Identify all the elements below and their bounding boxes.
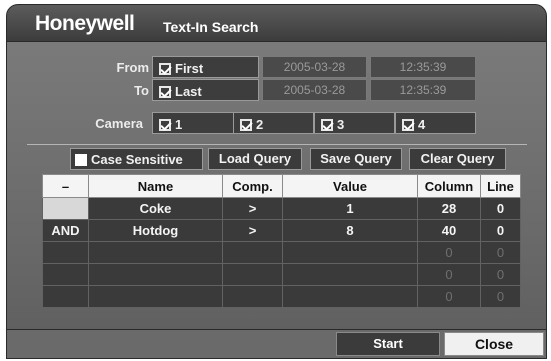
grid-header-value: Value <box>282 174 418 198</box>
cell-op[interactable] <box>42 285 89 308</box>
camera-3-checkbox[interactable]: 3 <box>314 112 395 134</box>
brand-logo: Honeywell <box>35 12 135 35</box>
query-grid: – Name Comp. Value Column Line Coke > 1 … <box>42 174 521 308</box>
checkbox-checked-icon <box>240 118 252 131</box>
cell-comp[interactable] <box>222 263 283 286</box>
cell-line[interactable]: 0 <box>480 241 521 264</box>
cell-line[interactable]: 0 <box>480 263 521 286</box>
cell-name[interactable] <box>88 285 223 308</box>
from-time-field[interactable]: 12:35:39 <box>370 56 476 78</box>
separator <box>27 144 527 145</box>
load-query-button[interactable]: Load Query <box>208 148 302 170</box>
cell-value[interactable] <box>282 285 418 308</box>
checkbox-checked-icon <box>321 118 333 131</box>
cell-comp[interactable] <box>222 241 283 264</box>
camera-label: Camera <box>95 116 143 131</box>
title-bar: Honeywell Text-In Search <box>6 4 547 42</box>
grid-header-comp: Comp. <box>222 174 283 198</box>
save-query-button[interactable]: Save Query <box>310 148 402 170</box>
camera-2-label: 2 <box>256 117 264 133</box>
camera-2-checkbox[interactable]: 2 <box>233 112 314 134</box>
case-sensitive-checkbox[interactable]: Case Sensitive <box>70 148 203 170</box>
start-button[interactable]: Start <box>336 332 440 356</box>
grid-header-name: Name <box>88 174 223 198</box>
first-label: First <box>175 61 204 77</box>
cell-op[interactable] <box>42 263 89 286</box>
camera-4-label: 4 <box>418 117 426 133</box>
table-row[interactable]: 0 0 <box>42 241 521 264</box>
camera-3-label: 3 <box>337 117 345 133</box>
grid-header-op: – <box>42 174 89 198</box>
cell-op[interactable] <box>42 241 89 264</box>
checkbox-unchecked-icon <box>75 153 87 166</box>
cell-value[interactable] <box>282 263 418 286</box>
clear-query-button[interactable]: Clear Query <box>409 148 506 170</box>
from-date-field[interactable]: 2005-03-28 <box>262 56 367 78</box>
table-row[interactable]: Coke > 1 28 0 <box>42 197 521 220</box>
grid-header-column: Column <box>417 174 481 198</box>
to-time-field[interactable]: 12:35:39 <box>370 79 476 101</box>
cell-column[interactable]: 40 <box>417 219 481 242</box>
grid-header-row: – Name Comp. Value Column Line <box>42 174 521 198</box>
cell-op[interactable] <box>42 197 89 220</box>
cell-line[interactable]: 0 <box>480 197 521 220</box>
cell-name[interactable] <box>88 263 223 286</box>
case-sensitive-label: Case Sensitive <box>91 151 183 167</box>
from-first-checkbox[interactable]: First <box>152 56 259 78</box>
cell-op[interactable]: AND <box>42 219 89 242</box>
cell-column[interactable]: 0 <box>417 285 481 308</box>
close-button[interactable]: Close <box>444 332 544 356</box>
camera-1-checkbox[interactable]: 1 <box>152 112 234 134</box>
cell-comp[interactable] <box>222 285 283 308</box>
cell-column[interactable]: 0 <box>417 241 481 264</box>
cell-comp[interactable]: > <box>222 219 283 242</box>
cell-value[interactable]: 8 <box>282 219 418 242</box>
camera-4-checkbox[interactable]: 4 <box>395 112 476 134</box>
cell-column[interactable]: 0 <box>417 263 481 286</box>
cell-name[interactable]: Coke <box>88 197 223 220</box>
checkbox-checked-icon <box>159 118 171 131</box>
window-title: Text-In Search <box>163 19 259 35</box>
cell-name[interactable] <box>88 241 223 264</box>
to-last-checkbox[interactable]: Last <box>152 79 259 101</box>
table-row[interactable]: 0 0 <box>42 263 521 286</box>
cell-line[interactable]: 0 <box>480 219 521 242</box>
to-label: To <box>134 83 149 98</box>
grid-header-line: Line <box>480 174 521 198</box>
cell-value[interactable] <box>282 241 418 264</box>
cell-name[interactable]: Hotdog <box>88 219 223 242</box>
to-date-field[interactable]: 2005-03-28 <box>262 79 367 101</box>
checkbox-checked-icon <box>159 85 171 98</box>
camera-1-label: 1 <box>175 117 183 133</box>
cell-column[interactable]: 28 <box>417 197 481 220</box>
last-label: Last <box>175 84 202 100</box>
checkbox-checked-icon <box>159 62 171 75</box>
table-row[interactable]: 0 0 <box>42 285 521 308</box>
cell-comp[interactable]: > <box>222 197 283 220</box>
table-row[interactable]: AND Hotdog > 8 40 0 <box>42 219 521 242</box>
cell-line[interactable]: 0 <box>480 285 521 308</box>
text-in-search-window: Honeywell Text-In Search From First 2005… <box>0 0 551 361</box>
cell-value[interactable]: 1 <box>282 197 418 220</box>
from-label: From <box>116 60 150 75</box>
checkbox-checked-icon <box>402 118 414 131</box>
